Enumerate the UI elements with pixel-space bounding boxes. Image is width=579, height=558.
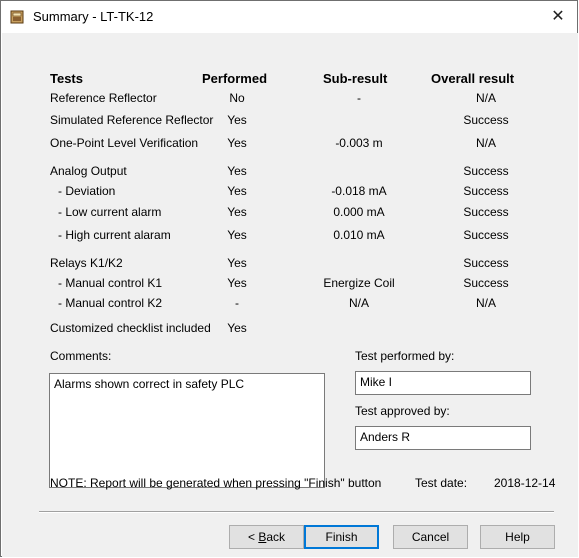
row-test-name: Customized checklist included — [50, 321, 211, 335]
row-test-name: - Manual control K1 — [58, 276, 163, 290]
approved-by-value: Anders R — [360, 430, 411, 444]
row-test-name: Simulated Reference Reflector — [50, 113, 214, 127]
header-sub-result: Sub-result — [323, 71, 388, 86]
row-overall-result: N/A — [475, 296, 496, 310]
finish-label: Finish — [325, 530, 358, 544]
window-title: Summary - LT-TK-12 — [33, 9, 154, 24]
close-button[interactable]: ✕ — [545, 5, 571, 29]
row-overall-result: N/A — [475, 91, 496, 105]
dialog-content: Tests Performed Sub-result Overall resul… — [2, 33, 578, 557]
row-overall-result: Success — [463, 205, 509, 219]
row-overall-result: Success — [463, 113, 509, 127]
performed-by-field[interactable]: Mike I — [355, 371, 531, 395]
row-test-name: Reference Reflector — [50, 91, 157, 105]
row-performed: - — [235, 296, 239, 310]
row-performed: Yes — [227, 164, 247, 178]
row-sub-result: 0.010 mA — [333, 228, 385, 242]
row-test-name: Analog Output — [50, 164, 127, 178]
row-test-name: One-Point Level Verification — [50, 136, 199, 150]
row-overall-result: Success — [463, 256, 509, 270]
row-performed: Yes — [227, 228, 247, 242]
performed-by-value: Mike I — [360, 375, 393, 389]
test-date-value: 2018-12-14 — [494, 476, 556, 490]
row-sub-result: N/A — [348, 296, 369, 310]
approved-by-field[interactable]: Anders R — [355, 426, 531, 450]
row-overall-result: Success — [463, 276, 509, 290]
comments-value: Alarms shown correct in safety PLC — [54, 377, 245, 391]
comments-label: Comments: — [50, 349, 112, 363]
row-performed: Yes — [227, 184, 247, 198]
header-performed: Performed — [202, 71, 268, 86]
row-sub-result: -0.018 mA — [331, 184, 387, 198]
title-bar[interactable]: Summary - LT-TK-12 ✕ — [1, 1, 577, 33]
row-sub-result: 0.000 mA — [333, 205, 385, 219]
help-button[interactable]: Help — [480, 525, 555, 549]
row-overall-result: N/A — [475, 136, 496, 150]
back-button[interactable]: < Back — [229, 525, 304, 549]
row-test-name: - Deviation — [58, 184, 116, 198]
row-performed: Yes — [227, 136, 247, 150]
row-sub-result: -0.003 m — [335, 136, 383, 150]
summary-dialog: Summary - LT-TK-12 ✕ Tests Performed Sub… — [0, 0, 578, 557]
finish-button[interactable]: Finish — [304, 525, 379, 549]
row-overall-result: Success — [463, 184, 509, 198]
help-label: Help — [505, 530, 530, 544]
note-text: NOTE: Report will be generated when pres… — [50, 476, 382, 490]
row-sub-result: Energize Coil — [323, 276, 395, 290]
row-overall-result: Success — [463, 228, 509, 242]
row-sub-result: - — [357, 91, 361, 105]
cancel-button[interactable]: Cancel — [393, 525, 468, 549]
row-performed: Yes — [227, 256, 247, 270]
performed-by-label: Test performed by: — [355, 349, 455, 363]
approved-by-label: Test approved by: — [355, 404, 450, 418]
back-rest: ack — [266, 530, 286, 544]
row-test-name: - Low current alarm — [58, 205, 162, 219]
row-performed: Yes — [227, 321, 247, 335]
comments-textarea[interactable]: Alarms shown correct in safety PLC — [49, 373, 325, 488]
separator — [39, 511, 554, 513]
row-performed: Yes — [227, 276, 247, 290]
test-date-label: Test date: — [415, 476, 468, 490]
row-test-name: Relays K1/K2 — [50, 256, 123, 270]
row-test-name: - Manual control K2 — [58, 296, 163, 310]
close-icon: ✕ — [551, 8, 565, 25]
row-performed: Yes — [227, 205, 247, 219]
header-tests: Tests — [50, 71, 83, 86]
back-prefix: < — [247, 530, 259, 544]
row-performed: Yes — [227, 113, 247, 127]
cancel-label: Cancel — [411, 530, 450, 544]
row-overall-result: Success — [463, 164, 509, 178]
database-icon — [10, 10, 24, 24]
row-performed: No — [229, 91, 245, 105]
row-test-name: - High current alaram — [58, 228, 171, 242]
header-overall-result: Overall result — [431, 71, 515, 86]
